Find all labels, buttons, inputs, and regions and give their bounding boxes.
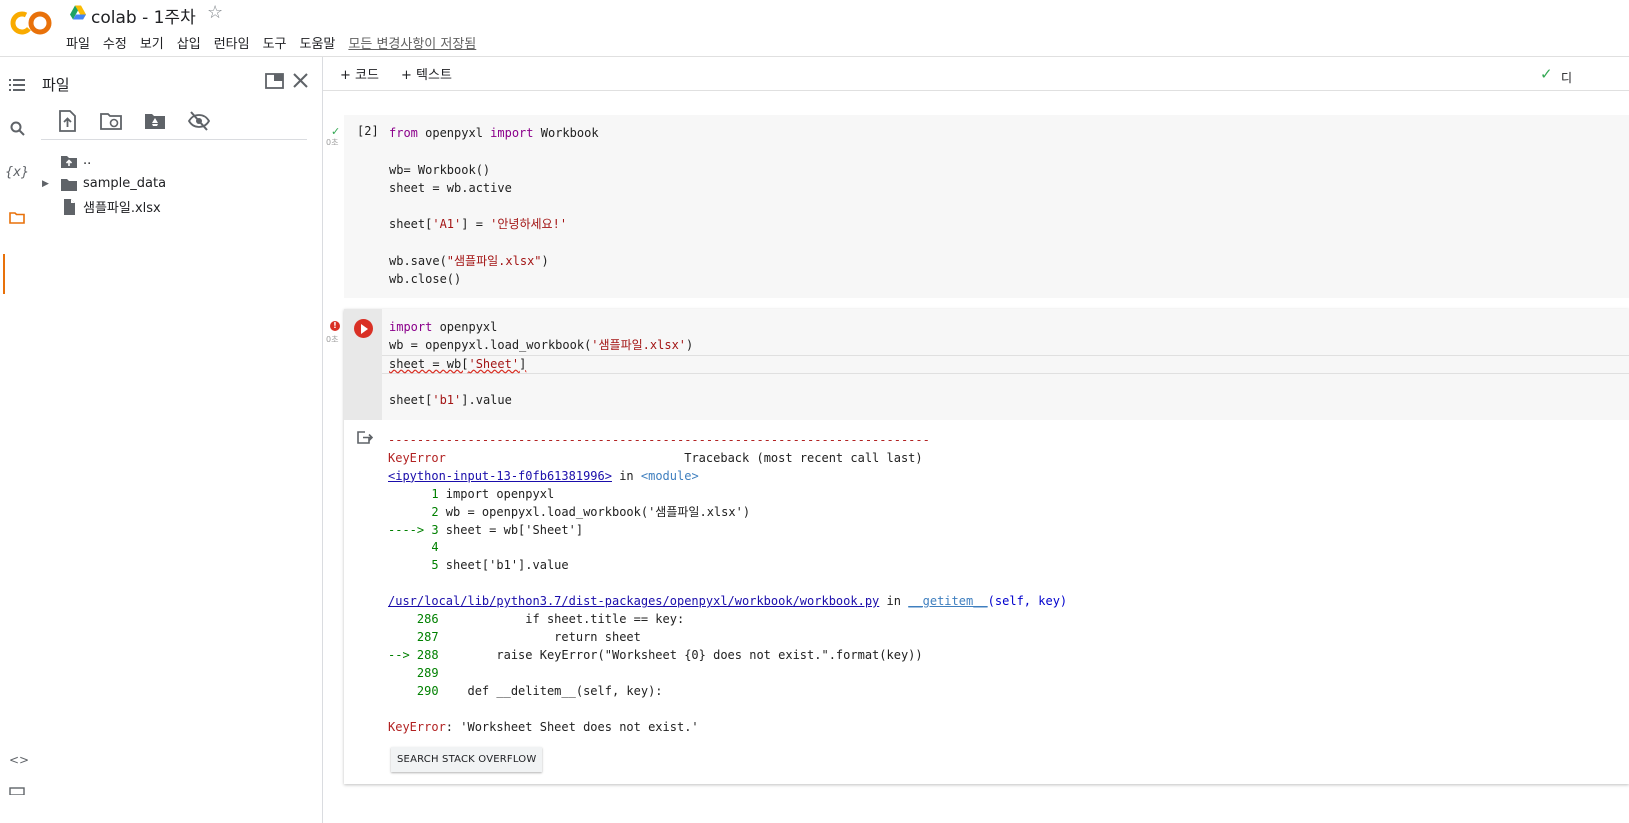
refresh-folder-icon[interactable] xyxy=(99,109,123,133)
mount-drive-icon[interactable] xyxy=(143,109,167,133)
execution-count: [2] xyxy=(357,124,379,138)
upload-file-icon[interactable] xyxy=(55,109,79,133)
file-icon xyxy=(64,198,75,215)
tree-item-label: sample_data xyxy=(83,176,167,191)
connected-check-icon[interactable]: ✓ xyxy=(1540,65,1553,83)
cell-exec-time: 0초 xyxy=(326,335,339,344)
code-snippets-icon[interactable]: <> xyxy=(9,753,29,769)
code-line: from openpyxl import Workbook xyxy=(389,126,599,140)
folder-icon xyxy=(61,178,77,191)
module-name: <module> xyxy=(640,468,699,483)
code-line: sheet = wb['Sheet'] xyxy=(389,356,527,371)
trace-code: if sheet.title == key: xyxy=(445,612,685,627)
panel-divider xyxy=(41,139,307,140)
ipython-input-link[interactable]: <ipython-input-13-f0fb61381996> xyxy=(388,469,612,483)
in-word: in xyxy=(879,594,909,609)
menu-edit[interactable]: 수정 xyxy=(103,33,127,52)
folder-up-icon xyxy=(61,155,77,168)
error-indicator-icon: ! xyxy=(330,321,340,331)
output-toggle-icon[interactable] xyxy=(356,430,373,445)
line-number: 290 xyxy=(388,683,446,698)
menu-tools[interactable]: 도구 xyxy=(263,33,287,52)
source-file-link[interactable]: /usr/local/lib/python3.7/dist-packages/o… xyxy=(388,594,879,608)
code-line: import openpyxl xyxy=(389,320,498,334)
folder-icon[interactable] xyxy=(5,205,29,229)
trace-code: def __delitem__(self, key): xyxy=(445,683,663,698)
colab-logo[interactable] xyxy=(10,10,52,36)
add-code-button[interactable]: + 코드 xyxy=(340,64,379,83)
menu-bar: 파일 수정 보기 삽입 런타임 도구 도움말 모든 변경사항이 저장됨 xyxy=(66,33,476,52)
app-header: colab - 1주차 ☆ 파일 수정 보기 삽입 런타임 도구 도움말 모든 … xyxy=(0,0,1629,57)
menu-file[interactable]: 파일 xyxy=(66,33,90,52)
line-number: 286 xyxy=(388,612,446,627)
trace-code: sheet['b1'].value xyxy=(445,558,569,573)
cell-exec-time: 0초 xyxy=(326,138,339,147)
line-number: ----> 3 xyxy=(388,522,446,537)
code-editor[interactable]: from openpyxl import Workbook wb= Workbo… xyxy=(389,124,599,289)
star-icon[interactable]: ☆ xyxy=(207,2,223,23)
code-cell-1[interactable]: ✓ 0초 [2] from openpyxl import Workbook w… xyxy=(326,115,1629,298)
add-text-button[interactable]: + 텍스트 xyxy=(401,64,452,83)
code-line: sheet['b1'].value xyxy=(389,393,512,408)
menu-runtime[interactable]: 런타임 xyxy=(214,33,250,52)
notebook-main: + 코드 + 텍스트 ✓ 디 ✓ 0초 [2] from openpyxl im… xyxy=(323,57,1629,823)
terminal-icon[interactable] xyxy=(9,784,27,800)
open-in-tab-icon[interactable] xyxy=(264,71,286,91)
search-icon[interactable] xyxy=(5,116,29,140)
search-stack-overflow-button[interactable]: SEARCH STACK OVERFLOW xyxy=(391,747,543,772)
left-icon-strip: {x} <> xyxy=(0,57,33,823)
file-toolbar xyxy=(55,109,211,133)
save-status-link[interactable]: 모든 변경사항이 저장됨 xyxy=(348,33,476,52)
line-number: --> 288 xyxy=(388,647,446,662)
notebook-title[interactable]: colab - 1주차 xyxy=(91,3,196,28)
line-number: 4 xyxy=(388,540,439,555)
code-line: wb.save("샘플파일.xlsx") xyxy=(389,254,549,269)
expand-arrow-icon[interactable]: ▶ xyxy=(42,179,49,189)
line-number: 5 xyxy=(388,558,446,573)
code-editor[interactable]: import openpyxl wb = openpyxl.load_workb… xyxy=(389,318,693,409)
close-icon[interactable] xyxy=(290,71,312,91)
traceback-separator: ----------------------------------------… xyxy=(388,433,930,447)
error-name: KeyError xyxy=(388,450,446,465)
menu-help[interactable]: 도움말 xyxy=(300,33,336,52)
line-number: 2 xyxy=(388,504,446,519)
code-line: wb= Workbook() xyxy=(389,162,491,177)
code-line: sheet = wb.active xyxy=(389,180,512,195)
connection-status[interactable]: 디 xyxy=(1561,69,1572,86)
tree-item-label: .. xyxy=(83,153,92,168)
variables-icon[interactable]: {x} xyxy=(5,160,29,184)
menu-view[interactable]: 보기 xyxy=(140,33,164,52)
trace-code: sheet = wb['Sheet'] xyxy=(445,522,584,537)
code-cell-2[interactable]: ! 0초 import openpyxl wb = openpyxl.load_… xyxy=(326,309,1629,784)
line-number: 289 xyxy=(388,665,439,680)
files-panel: 파일 .. ▶ sample_data 샘플파일.xlsx xyxy=(33,57,323,823)
hide-files-icon[interactable] xyxy=(187,109,211,133)
function-name: __getitem__ xyxy=(908,594,988,609)
files-panel-title: 파일 xyxy=(42,76,70,94)
line-number: 287 xyxy=(388,629,446,644)
trace-code: wb = openpyxl.load_workbook('샘플파일.xlsx') xyxy=(445,504,751,519)
trace-code: raise KeyError("Worksheet {0} does not e… xyxy=(445,647,923,662)
trace-code: import openpyxl xyxy=(445,486,555,501)
menu-insert[interactable]: 삽입 xyxy=(177,33,201,52)
code-line: wb = openpyxl.load_workbook('샘플파일.xlsx') xyxy=(389,338,694,353)
function-args: (self, key) xyxy=(987,594,1068,609)
final-error-message: : 'Worksheet Sheet does not exist.' xyxy=(445,719,699,734)
in-word: in xyxy=(611,468,641,483)
traceback-header: Traceback (most recent call last) xyxy=(684,450,923,465)
notebook-toolbar: + 코드 + 텍스트 ✓ 디 xyxy=(323,57,1629,91)
google-drive-icon xyxy=(70,5,86,20)
tree-item-label: 샘플파일.xlsx xyxy=(83,201,161,216)
code-line: wb.close() xyxy=(389,272,462,287)
final-error-name: KeyError xyxy=(388,719,446,734)
run-cell-button[interactable] xyxy=(354,319,373,338)
line-number: 1 xyxy=(388,486,446,501)
error-output: ----------------------------------------… xyxy=(388,432,1067,736)
table-of-contents-icon[interactable] xyxy=(5,73,29,97)
code-line: sheet['A1'] = '안녕하세요!' xyxy=(389,217,568,232)
active-tab-indicator xyxy=(3,254,5,294)
trace-code: return sheet xyxy=(445,629,641,644)
